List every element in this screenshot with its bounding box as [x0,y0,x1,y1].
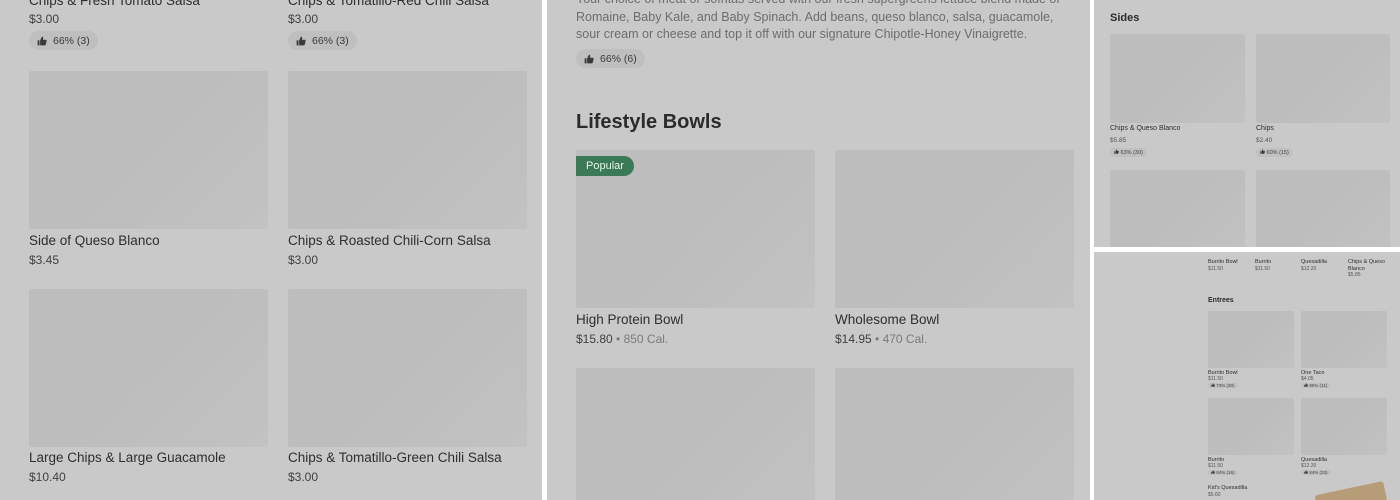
menu-item-price: $11.50 [1208,463,1223,469]
menu-item-title[interactable]: Large Chips & Large Guacamole [29,450,226,465]
menu-item-price: $5.85 [1348,272,1361,278]
menu-item-price: $11.50 [1255,266,1270,272]
menu-item-price: $5.60 [1208,492,1221,498]
menu-item-image[interactable] [835,368,1074,500]
menu-item-title[interactable]: Chips & Queso Blanco [1110,125,1180,132]
entrees-overview-panel: Burrito Bowl $11.50 Burrito $11.50 Quesa… [1094,252,1400,500]
menu-item-image[interactable] [29,71,268,229]
menu-item-price: $15.80 [576,332,613,346]
menu-item-image[interactable] [1301,311,1387,368]
rating-pill: 73% (30) [1208,383,1238,388]
menu-item-image[interactable] [29,289,268,447]
menu-item-price: $10.40 [29,470,66,484]
rating-pill: 66% (3) [29,31,98,50]
menu-item-calories: 850 Cal. [623,332,669,346]
menu-item-title[interactable]: Chips & Fresh Tomato Salsa [29,0,200,8]
rating-text: 66% (3) [53,34,90,47]
menu-item-calories: 470 Cal. [882,332,928,346]
rating-pill: 60% (15) [1256,148,1293,157]
menu-item-title[interactable]: Burrito Bowl [1208,259,1238,266]
menu-item-price: $12.20 [1301,266,1317,272]
menu-item-image[interactable] [576,368,815,500]
popular-badge: Popular [576,156,634,176]
rating-pill: 84% (33) [1301,470,1331,475]
rating-text: 84% (33) [1309,470,1328,475]
menu-item-title[interactable]: Chips & Roasted Chili-Corn Salsa [288,233,491,248]
thumbs-up-icon [1114,149,1119,154]
menu-item-title[interactable]: Burrito [1255,259,1271,266]
menu-item-title[interactable]: Quesadilla [1301,259,1327,266]
menu-item-image[interactable] [1110,170,1245,247]
thumbs-up-icon [1211,470,1215,474]
menu-item-price: $3.00 [288,470,319,484]
sides-menu-panel: Chips & Fresh Tomato Salsa $3.00 66% (3)… [0,0,542,500]
menu-item-title[interactable]: High Protein Bowl [576,312,683,327]
menu-item-price: $4.05 [1301,376,1314,382]
menu-item-price: $11.50 [1208,376,1223,382]
menu-item-title[interactable]: Kid's Quesadilla [1208,485,1247,492]
rating-text: 66% (6) [600,52,637,65]
item-description: Your choice of meat or sofritas served w… [576,0,1060,41]
menu-item-price: $11.50 [1208,266,1223,272]
rating-pill: 66% (6) [576,49,645,68]
rating-text: 73% (30) [1216,383,1235,388]
rating-text: 66% (3) [312,34,349,47]
menu-item-title[interactable]: Chips [1256,125,1274,132]
menu-item-price: $3.00 [29,12,60,26]
section-title: Lifestyle Bowls [576,111,722,133]
menu-item-title[interactable]: Side of Queso Blanco [29,233,160,248]
menu-item-image[interactable] [835,150,1074,308]
rating-pill: 63% (30) [1110,148,1147,157]
menu-item-price: $5.85 [1110,137,1127,144]
section-title: Entrees [1208,297,1234,304]
menu-item-price-line: $15.80 • 850 Cal. [576,332,669,346]
menu-item-image[interactable] [1208,311,1294,368]
thumbs-up-icon [584,54,594,64]
menu-item-price: $12.20 [1301,463,1317,469]
rating-pill: 90% (11) [1301,383,1331,388]
menu-item-image[interactable] [1256,170,1390,247]
menu-item-title[interactable]: Chips & Queso Blanco [1348,259,1388,272]
thumbs-up-icon [37,36,47,46]
thumbs-up-icon [1304,470,1308,474]
food-photo [1314,480,1388,500]
sides-overview-panel: Sides Chips & Queso Blanco $5.85 63% (30… [1094,0,1400,247]
rating-text: 60% (15) [1266,150,1289,156]
section-title: Sides [1110,12,1140,24]
thumbs-up-icon [1211,383,1215,387]
thumbs-up-icon [1304,383,1308,387]
rating-text: 90% (11) [1309,383,1328,388]
thumbs-up-icon [296,36,306,46]
menu-item-price: $3.00 [288,12,319,26]
menu-item-image[interactable] [1256,34,1390,123]
menu-item-image[interactable] [288,71,527,229]
menu-item-title[interactable]: Wholesome Bowl [835,312,939,327]
thumbs-up-icon [1260,149,1265,154]
menu-item-price: $2.40 [1256,137,1273,144]
rating-pill: 66% (3) [288,31,357,50]
menu-item-image[interactable] [288,289,527,447]
menu-item-image[interactable] [1110,34,1245,123]
rating-pill: 84% (16) [1208,470,1238,475]
menu-item-title[interactable]: Chips & Tomatillo-Red Chili Salsa [288,0,489,8]
menu-item-price-line: $14.95 • 470 Cal. [835,332,928,346]
menu-item-price: $14.95 [835,332,872,346]
menu-item-price: $3.00 [288,253,319,267]
rating-text: 63% (30) [1120,150,1143,156]
menu-item-title[interactable]: Chips & Tomatillo-Green Chili Salsa [288,450,502,465]
rating-text: 84% (16) [1216,470,1235,475]
menu-item-image[interactable] [1301,398,1387,455]
bowls-menu-panel: Your choice of meat or sofritas served w… [547,0,1090,500]
menu-item-price: $3.45 [29,253,60,267]
menu-item-image[interactable] [1208,398,1294,455]
